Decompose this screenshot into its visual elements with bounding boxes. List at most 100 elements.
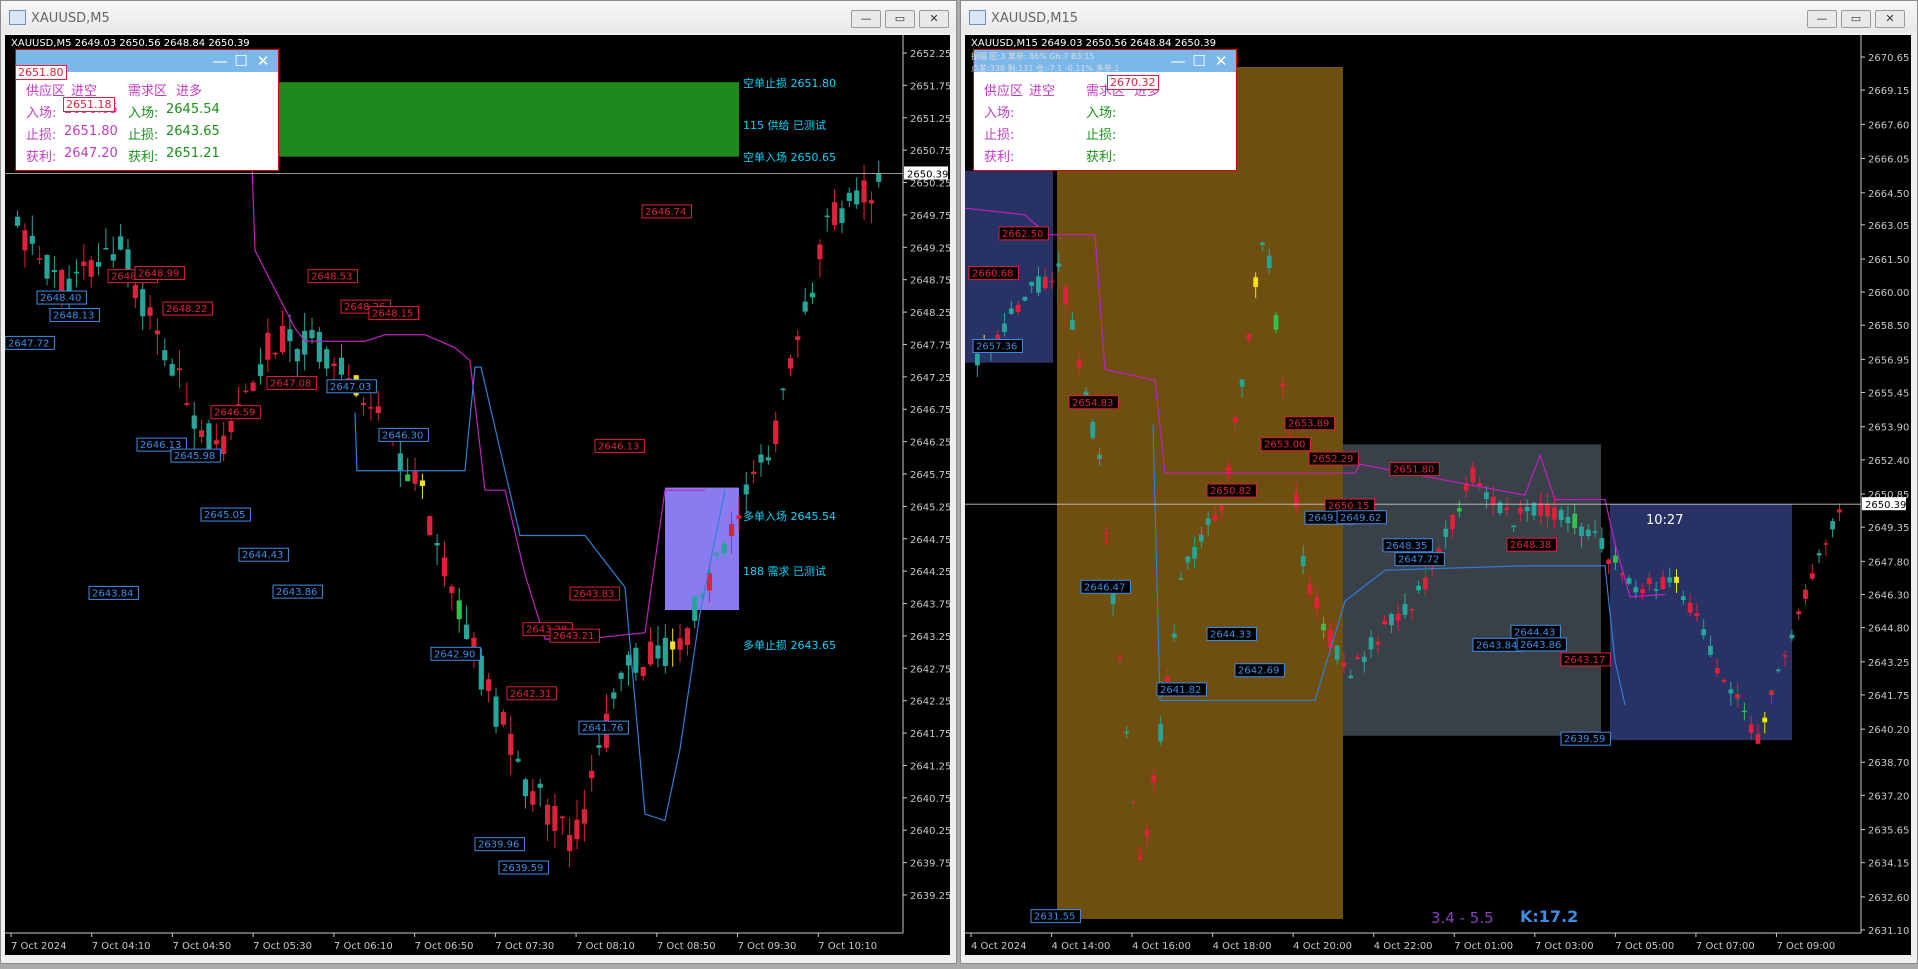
close-button[interactable]: ✕ bbox=[1875, 10, 1905, 28]
panel-minimize-icon[interactable]: — bbox=[211, 52, 229, 70]
time-tick-label: 7 Oct 09:00 bbox=[1776, 941, 1835, 952]
candle-body bbox=[1545, 503, 1550, 517]
candle-body bbox=[868, 200, 874, 204]
candle-body bbox=[758, 454, 764, 463]
candle-body bbox=[1137, 856, 1143, 860]
candle-body bbox=[1504, 507, 1510, 510]
candle-body bbox=[441, 557, 448, 577]
price-tick-label: 2647.80 bbox=[1868, 557, 1909, 568]
candle-body bbox=[1029, 281, 1035, 286]
candle-body bbox=[176, 368, 183, 371]
candle-body bbox=[316, 331, 322, 362]
minimize-button[interactable]: — bbox=[851, 10, 881, 28]
candle-body bbox=[544, 804, 551, 825]
candle-body bbox=[559, 816, 565, 819]
panel-minimize-icon[interactable]: — bbox=[1169, 52, 1187, 70]
trading-session-zone bbox=[1057, 66, 1343, 919]
candle-body bbox=[199, 430, 205, 437]
candle-body bbox=[1199, 534, 1204, 542]
candle-body bbox=[1626, 578, 1632, 584]
minimize-button[interactable]: — bbox=[1807, 10, 1837, 28]
price-tick-label: 2640.20 bbox=[1868, 725, 1909, 736]
candle-body bbox=[1185, 556, 1191, 563]
candle-body bbox=[1484, 492, 1489, 500]
low-price-label: 2631.55 bbox=[1034, 912, 1075, 923]
candle-body bbox=[1117, 656, 1123, 658]
candle-body bbox=[191, 415, 197, 429]
candle-body bbox=[221, 435, 227, 455]
maximize-button[interactable]: ▭ bbox=[885, 10, 915, 28]
candle-body bbox=[1579, 526, 1584, 536]
candle-body bbox=[1042, 276, 1048, 289]
demand-row-value: 2643.65 bbox=[166, 124, 220, 139]
chart-window-m15[interactable]: XAUUSD,M15 — ▭ ✕ 2670.65 2669.15 2667.60 26… bbox=[960, 0, 1918, 964]
candle-body bbox=[309, 330, 315, 339]
panel-close-icon[interactable]: ✕ bbox=[1212, 52, 1230, 70]
time-tick-label: 7 Oct 2024 bbox=[11, 941, 66, 952]
demand-row-value: 2645.54 bbox=[166, 102, 220, 117]
candle-body bbox=[1456, 508, 1462, 512]
panel-close-icon[interactable]: ✕ bbox=[254, 52, 272, 70]
candle-body bbox=[51, 270, 57, 273]
candle-body bbox=[1273, 315, 1279, 330]
demand-row-label: 入场: bbox=[1086, 106, 1117, 121]
candle-body bbox=[1219, 505, 1225, 511]
candle-body bbox=[1721, 680, 1727, 682]
candle-body bbox=[486, 679, 492, 691]
candle-body bbox=[162, 350, 168, 361]
candle-body bbox=[802, 301, 808, 312]
window-titlebar[interactable]: XAUUSD,M15 — ▭ ✕ bbox=[961, 1, 1917, 33]
candle-body bbox=[1640, 589, 1645, 594]
price-tick-label: 2658.50 bbox=[1868, 321, 1909, 332]
price-tick-label: 2639.25 bbox=[910, 891, 950, 902]
window-titlebar[interactable]: XAUUSD,M5 — ▭ ✕ bbox=[1, 1, 956, 33]
price-tick-label: 2648.25 bbox=[910, 308, 950, 319]
candle-body bbox=[73, 271, 80, 274]
candle-body bbox=[1837, 509, 1842, 513]
candle-body bbox=[1165, 676, 1170, 682]
price-tick-label: 2644.75 bbox=[910, 535, 950, 546]
symbol-info: XAUUSD,M5 2649.03 2650.56 2648.84 2650.3… bbox=[11, 38, 250, 49]
price-tick-label: 2648.75 bbox=[910, 276, 950, 287]
panel-maximize-icon[interactable]: ☐ bbox=[232, 52, 250, 70]
candle-body bbox=[132, 285, 138, 299]
high-price-label: 2648.22 bbox=[166, 304, 207, 315]
price-chart-m15[interactable]: 2670.65 2669.15 2667.60 2666.05 2664.50 2663.… bbox=[965, 35, 1911, 955]
low-price-label: 2641.76 bbox=[582, 723, 623, 734]
low-price-label: 2641.82 bbox=[1160, 685, 1201, 696]
candle-body bbox=[272, 352, 278, 355]
candle-body bbox=[640, 667, 646, 677]
k-value-footer: K:17.2 bbox=[1520, 907, 1579, 926]
candle-body bbox=[1124, 731, 1130, 734]
price-chart-m5[interactable]: 2652.25 2651.75 2651.25 2650.75 2650.25 2649.… bbox=[5, 35, 950, 955]
candle-body bbox=[1049, 280, 1055, 283]
candle-body bbox=[714, 553, 720, 556]
candle-body bbox=[22, 230, 28, 251]
time-tick-label: 7 Oct 06:10 bbox=[334, 941, 393, 952]
candle-body bbox=[1375, 641, 1381, 645]
time-tick-label: 4 Oct 2024 bbox=[971, 941, 1026, 952]
price-tick-label: 2647.25 bbox=[910, 373, 950, 384]
price-tick-label: 2640.25 bbox=[910, 826, 950, 837]
candle-body bbox=[44, 255, 50, 279]
price-tick-label: 2646.75 bbox=[910, 405, 950, 416]
candle-body bbox=[1260, 242, 1265, 245]
high-price-label: 2662.50 bbox=[1002, 229, 1043, 240]
price-tick-label: 2649.35 bbox=[1868, 523, 1909, 534]
maximize-button[interactable]: ▭ bbox=[1841, 10, 1871, 28]
price-tick-label: 2634.15 bbox=[1868, 859, 1909, 870]
candle-body bbox=[1056, 263, 1062, 267]
chart-window-m5[interactable]: XAUUSD,M5 — ▭ ✕ 2652.25 2651.75 2651.25 265… bbox=[0, 0, 957, 964]
low-price-label: 2643.86 bbox=[276, 587, 317, 598]
candle-body bbox=[257, 364, 264, 377]
candle-body bbox=[1409, 609, 1415, 611]
demand-row-label: 入场: bbox=[128, 106, 159, 121]
symbol-info: XAUUSD,M15 2649.03 2650.56 2648.84 2650.… bbox=[971, 38, 1217, 49]
close-button[interactable]: ✕ bbox=[919, 10, 949, 28]
candle-body bbox=[975, 353, 980, 366]
high-price-label: 2648.38 bbox=[1510, 540, 1551, 551]
demand-row-label: 获利: bbox=[1086, 150, 1117, 165]
panel-maximize-icon[interactable]: ☐ bbox=[1190, 52, 1208, 70]
time-tick-label: 4 Oct 22:00 bbox=[1374, 941, 1433, 952]
price-tick-label: 2640.75 bbox=[910, 794, 950, 805]
